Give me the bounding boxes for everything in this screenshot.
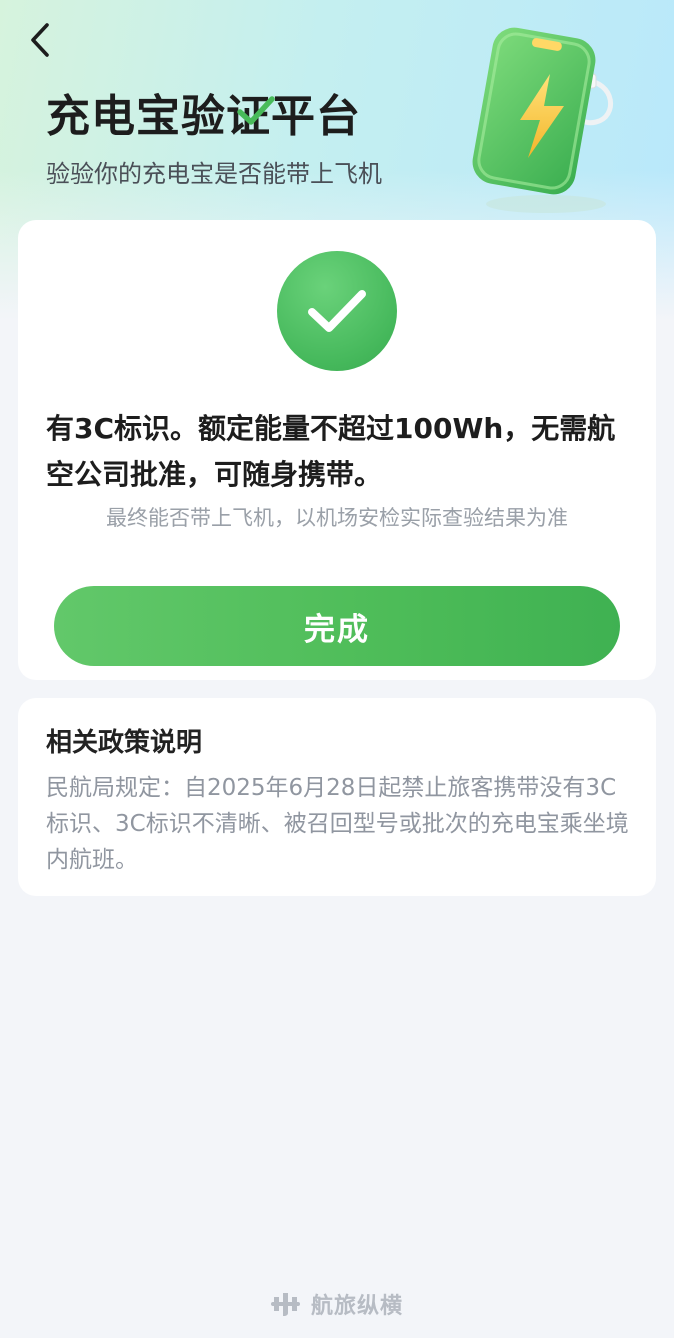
power-bank-lightning-icon <box>472 27 613 213</box>
hanglv-logo-icon <box>270 1293 300 1316</box>
check-circle-icon <box>277 251 397 371</box>
policy-body: 民航局规定：自2025年6月28日起禁止旅客携带没有3C标识、3C标识不清晰、被… <box>46 775 629 873</box>
footer-brand: 航旅纵横 <box>0 1288 674 1320</box>
done-button[interactable]: 完成 <box>54 586 620 666</box>
checkmark-icon <box>308 290 366 332</box>
result-message: 有3C标识。额定能量不超过100Wh，无需航空公司批准，可随身携带。 <box>46 412 616 491</box>
back-button[interactable] <box>22 20 58 60</box>
result-card: 有3C标识。额定能量不超过100Wh，无需航空公司批准，可随身携带。 最终能否带… <box>18 220 656 680</box>
result-note: 最终能否带上飞机，以机场安检实际查验结果为准 <box>106 506 568 530</box>
policy-card: 相关政策说明 民航局规定：自2025年6月28日起禁止旅客携带没有3C标识、3C… <box>18 698 656 896</box>
chevron-left-icon <box>31 23 49 57</box>
page-subtitle: 验验你的充电宝是否能带上飞机 <box>46 160 382 188</box>
page-title: 充电宝验证平台 <box>46 90 382 144</box>
header-title-block: 充电宝验证平台 验验你的充电宝是否能带上飞机 <box>46 90 382 189</box>
page-title-text: 充电宝验证平台 <box>46 91 361 142</box>
title-check-icon <box>237 96 275 125</box>
policy-title: 相关政策说明 <box>46 728 203 758</box>
footer-brand-text: 航旅纵横 <box>310 1294 403 1319</box>
